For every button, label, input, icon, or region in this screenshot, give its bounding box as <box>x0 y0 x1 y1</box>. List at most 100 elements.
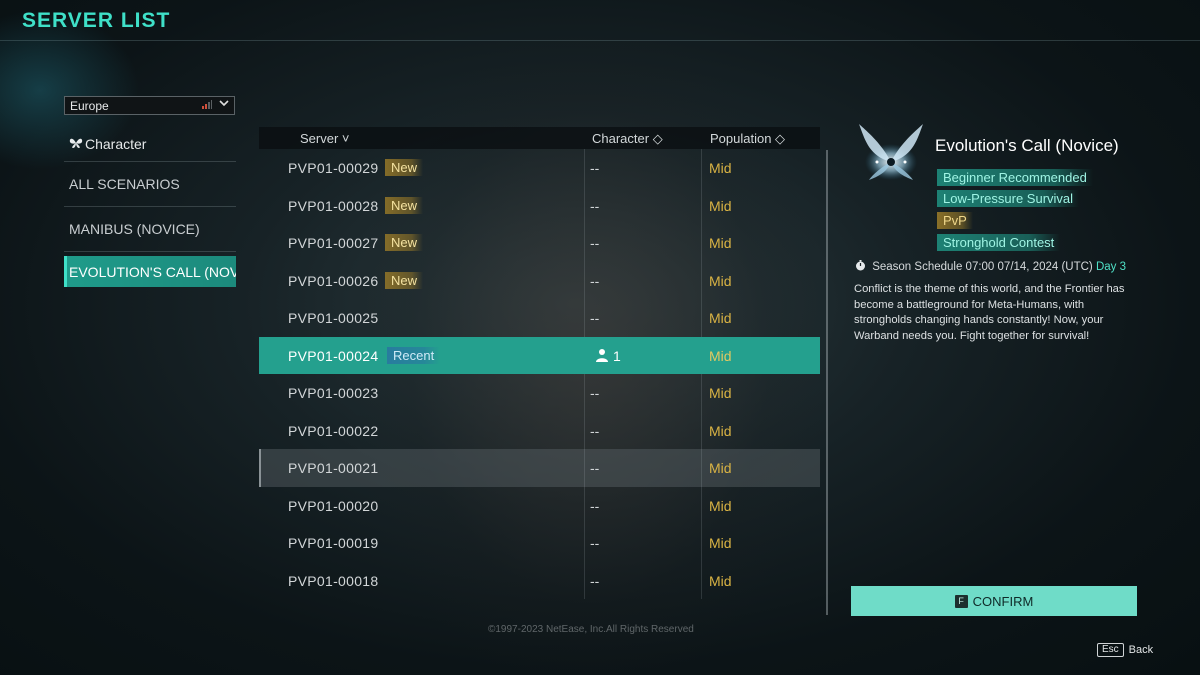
column-divider <box>584 149 585 187</box>
mode-description: Conflict is the theme of this world, and… <box>854 283 1125 342</box>
nav-item-label: ALL SCENARIOS <box>69 176 180 192</box>
population-value: Mid <box>709 497 732 514</box>
tag-pvp: PvP <box>937 212 973 229</box>
table-row[interactable]: PVP01-00029 New -- Mid <box>259 149 820 187</box>
header-population[interactable]: Population ◇ <box>710 131 785 147</box>
season-text: Season Schedule 07:00 07/14, 2024 (UTC) <box>872 261 1093 273</box>
column-divider <box>584 486 585 524</box>
nav-item-manibus[interactable]: MANIBUS (NOVICE) <box>64 207 236 252</box>
column-divider <box>701 449 702 487</box>
nav-item-label: EVOLUTION'S CALL (NOVI <box>69 263 236 280</box>
season-schedule: Season Schedule 07:00 07/14, 2024 (UTC) … <box>855 260 1126 273</box>
region-dropdown[interactable]: Europe <box>64 96 235 115</box>
character-count: -- <box>590 497 600 514</box>
character-count: -- <box>590 197 600 214</box>
column-divider <box>701 411 702 449</box>
column-divider <box>701 561 702 599</box>
mode-title: Evolution's Call (Novice) <box>935 136 1119 155</box>
character-filter[interactable]: Character <box>64 126 236 162</box>
population-value: Mid <box>709 572 732 589</box>
header-server[interactable]: Server ˅ <box>300 131 350 146</box>
butterfly-emblem-icon <box>855 122 927 184</box>
table-row[interactable]: PVP01-00028 New -- Mid <box>259 186 820 224</box>
population-value: Mid <box>709 197 732 214</box>
nav-item-all-scenarios[interactable]: ALL SCENARIOS <box>64 162 236 207</box>
column-divider <box>584 411 585 449</box>
character-count: -- <box>590 310 600 326</box>
page-title: SERVER LIST <box>22 9 171 32</box>
population-value: Mid <box>709 160 732 176</box>
column-divider <box>584 224 585 262</box>
tag-stronghold: Stronghold Contest <box>937 234 1061 251</box>
table-row[interactable]: PVP01-00021 -- Mid <box>259 449 820 487</box>
chevron-down-icon <box>219 98 229 110</box>
server-name: PVP01-00023 <box>288 385 379 401</box>
title-divider <box>0 40 1200 41</box>
new-badge: New <box>385 196 424 214</box>
back-label: Back <box>1128 644 1154 656</box>
character-count: -- <box>590 160 600 176</box>
character-count: -- <box>590 535 600 551</box>
population-value: Mid <box>709 460 732 476</box>
population-value: Mid <box>709 310 732 326</box>
server-name: PVP01-00024 <box>288 347 379 364</box>
butterfly-icon <box>69 136 83 152</box>
character-count: 1 <box>613 347 621 364</box>
region-value: Europe <box>70 99 109 113</box>
server-name: PVP01-00028 <box>288 197 379 214</box>
column-divider <box>584 561 585 599</box>
table-row[interactable]: PVP01-00026 New -- Mid <box>259 261 820 299</box>
column-divider <box>701 524 702 562</box>
character-count: -- <box>590 572 600 589</box>
server-name: PVP01-00026 <box>288 272 379 289</box>
confirm-label: CONFIRM <box>972 593 1034 609</box>
population-value: Mid <box>709 235 732 251</box>
table-row[interactable]: PVP01-00025 -- Mid <box>259 299 820 337</box>
column-divider <box>584 374 585 412</box>
nav-item-label: MANIBUS (NOVICE) <box>69 221 200 237</box>
recent-badge: Recent <box>387 346 441 364</box>
header-character[interactable]: Character ◇ <box>592 131 663 147</box>
server-name: PVP01-00018 <box>288 572 379 589</box>
population-value: Mid <box>709 385 732 401</box>
server-name: PVP01-00022 <box>288 422 379 439</box>
character-count: -- <box>590 460 600 476</box>
new-badge: New <box>385 159 424 176</box>
user-icon <box>595 348 609 362</box>
column-divider <box>701 486 702 524</box>
table-row[interactable]: PVP01-00020 -- Mid <box>259 486 820 524</box>
population-value: Mid <box>709 422 732 439</box>
table-row[interactable]: PVP01-00023 -- Mid <box>259 374 820 412</box>
table-row[interactable]: PVP01-00022 -- Mid <box>259 411 820 449</box>
character-count: -- <box>590 272 600 289</box>
scenario-nav: Character ALL SCENARIOS MANIBUS (NOVICE)… <box>64 126 236 287</box>
nav-item-evolutions-call[interactable]: EVOLUTION'S CALL (NOVI <box>64 256 236 287</box>
table-row[interactable]: PVP01-00027 New -- Mid <box>259 224 820 262</box>
back-button[interactable]: Esc Back <box>1097 643 1153 657</box>
character-count: -- <box>590 422 600 439</box>
column-divider <box>584 299 585 337</box>
table-row[interactable]: PVP01-00019 -- Mid <box>259 524 820 562</box>
population-value: Mid <box>709 535 732 551</box>
column-divider <box>701 186 702 224</box>
server-rows: PVP01-00029 New -- Mid PVP01-00028 New -- Mid PV… <box>259 149 820 599</box>
scrollbar[interactable] <box>826 150 828 615</box>
column-divider <box>584 261 585 299</box>
server-name: PVP01-00029 <box>288 160 379 176</box>
column-divider <box>701 261 702 299</box>
server-name: PVP01-00025 <box>288 310 379 326</box>
table-row[interactable]: PVP01-00018 -- Mid <box>259 561 820 599</box>
new-badge: New <box>385 234 424 251</box>
table-header: Server ˅ Character ◇ Population ◇ <box>259 127 820 149</box>
column-divider <box>701 224 702 262</box>
table-row[interactable]: PVP01-00024 Recent 1 Mid <box>259 336 820 374</box>
copyright-text: ©1997-2023 NetEase, Inc.All Rights Reser… <box>488 624 694 635</box>
column-divider <box>701 299 702 337</box>
character-count: -- <box>590 385 600 401</box>
column-divider <box>584 186 585 224</box>
character-filter-label: Character <box>85 135 147 152</box>
confirm-button[interactable]: F CONFIRM <box>851 586 1137 616</box>
column-divider <box>584 449 585 487</box>
tag-low-pressure: Low-Pressure Survival <box>937 190 1080 207</box>
column-divider <box>701 374 702 412</box>
